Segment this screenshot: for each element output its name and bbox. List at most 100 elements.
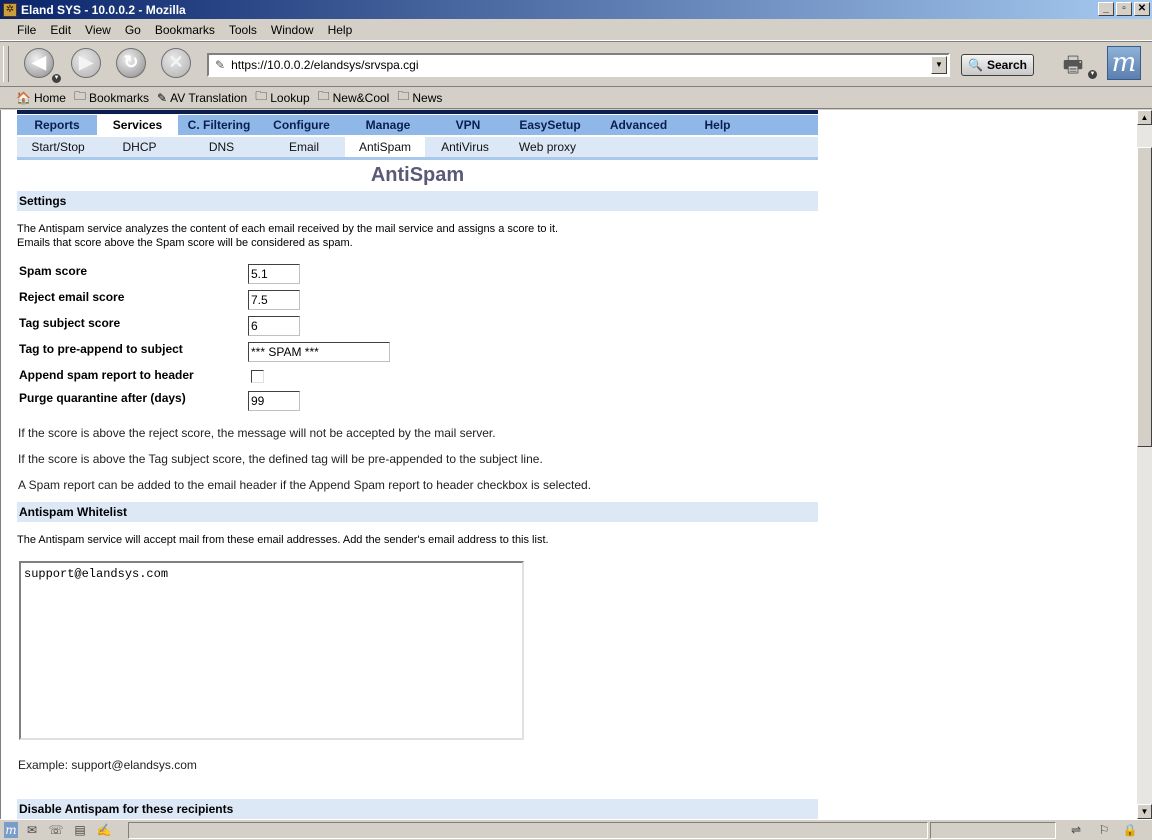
tab-help[interactable]: Help [680,115,755,135]
scroll-thumb[interactable] [1137,147,1152,447]
tab-advanced[interactable]: Advanced [597,115,680,135]
bookmark-label: New&Cool [332,90,390,105]
tab-configure[interactable]: Configure [260,115,343,135]
print-dropdown-icon[interactable]: ▼ [1088,70,1097,79]
reject-score-input[interactable] [248,290,300,310]
mozilla-status-icon[interactable]: m [4,822,18,838]
window-title: Eland SYS - 10.0.0.2 - Mozilla [21,2,186,17]
page-content: Reports Services C. Filtering Configure … [0,110,1137,819]
chat-icon[interactable]: ☏ [46,822,66,838]
bookmarks-toolbar: 🏠 Home 🗀 Bookmarks ✎ AV Translation 🗀 Lookup… [0,87,1152,109]
scroll-up-icon[interactable]: ▲ [1137,110,1152,125]
composer-icon[interactable]: ▤ [70,822,90,838]
tag-text-input[interactable] [248,342,390,362]
scroll-down-icon[interactable]: ▼ [1137,804,1152,819]
bookmark-lookup[interactable]: 🗀 Lookup [255,87,309,108]
security-lock-icon[interactable]: 🔒 [1120,822,1140,838]
navigation-toolbar: ◀ ▼ ▶ ↻ ✕ ✎ https://10.0.0.2/elandsys/sr… [0,41,1152,87]
tab-reports[interactable]: Reports [17,115,97,135]
purge-days-label: Purge quarantine after (days) [19,391,186,405]
tab-manage[interactable]: Manage [343,115,433,135]
mozilla-throbber-icon[interactable]: m [1107,46,1141,80]
reload-button[interactable]: ↻ [116,48,146,78]
folder-icon: 🗀 [397,89,410,103]
tag-note: If the score is above the Tag subject sc… [18,452,543,466]
url-text[interactable]: https://10.0.0.2/elandsys/srvspa.cgi [231,58,418,72]
bookmark-bookmarks[interactable]: 🗀 Bookmarks [74,87,149,108]
spam-score-input[interactable] [248,264,300,284]
tag-score-input[interactable] [248,316,300,336]
bookmark-av-translation[interactable]: ✎ AV Translation [157,91,247,105]
menu-go[interactable]: Go [125,23,141,37]
reject-score-label: Reject email score [19,290,125,304]
connection-icon: ⇌ [1070,823,1082,837]
header-strip [17,110,818,114]
subtab-web-proxy[interactable]: Web proxy [505,137,590,157]
subtab-dhcp[interactable]: DHCP [99,137,180,157]
search-icon: 🔍 [968,58,983,72]
spam-score-label: Spam score [19,264,88,278]
search-button[interactable]: 🔍 Search [961,54,1034,76]
bookmark-news[interactable]: 🗀 News [397,87,442,108]
maximize-button[interactable]: ▫ [1116,2,1132,16]
stop-button[interactable]: ✕ [161,48,191,78]
privacy-icon[interactable]: ⚐ [1094,822,1114,838]
subtab-start-stop[interactable]: Start/Stop [17,137,99,157]
menu-tools[interactable]: Tools [229,23,257,37]
menu-bookmarks[interactable]: Bookmarks [155,23,215,37]
settings-description-2: Emails that score above the Spam score w… [17,237,353,249]
menu-help[interactable]: Help [328,23,353,37]
url-dropdown-icon[interactable]: ▼ [931,56,947,74]
subtab-dns[interactable]: DNS [180,137,263,157]
mail-icon[interactable]: ✉ [22,822,42,838]
tab-c-filtering[interactable]: C. Filtering [178,115,260,135]
bookmark-new-cool[interactable]: 🗀 New&Cool [318,87,390,108]
tab-services[interactable]: Services [97,115,178,135]
stop-icon: ✕ [168,52,184,72]
tag-score-label: Tag subject score [19,316,121,330]
sub-nav: Start/Stop DHCP DNS Email AntiSpam AntiV… [17,137,818,157]
progress-area [930,822,1056,839]
back-button[interactable]: ◀ [24,48,54,78]
tab-easysetup[interactable]: EasySetup [503,115,597,135]
close-button[interactable]: ✕ [1134,2,1150,16]
minimize-button[interactable]: _ [1098,2,1114,16]
purge-days-input[interactable] [248,391,300,411]
url-bar[interactable]: ✎ https://10.0.0.2/elandsys/srvspa.cgi ▼ [207,53,950,77]
bookmark-label: News [412,90,443,105]
bookmark-home[interactable]: 🏠 Home [16,91,66,105]
reload-icon: ↻ [123,52,139,72]
page-title: AntiSpam [370,164,465,186]
bookmark-label: Home [33,90,66,105]
print-icon[interactable]: 🖶 [1058,48,1088,77]
toolbar-grip[interactable] [3,46,9,82]
forward-button[interactable]: ▶ [71,48,101,78]
append-report-label: Append spam report to header [19,368,194,382]
home-icon: 🏠 [16,90,31,105]
folder-icon: 🗀 [73,89,86,103]
main-nav: Reports Services C. Filtering Configure … [17,115,818,135]
menu-edit[interactable]: Edit [50,23,71,37]
back-arrow-icon: ◀ [32,52,46,72]
whitelist-textarea[interactable]: support@elandsys.com [19,561,524,740]
vertical-scrollbar[interactable]: ▲ ▼ [1137,110,1152,819]
subtab-email[interactable]: Email [263,137,345,157]
append-report-checkbox[interactable] [251,370,264,383]
menu-view[interactable]: View [85,23,111,37]
bookmark-label: AV Translation [170,90,248,105]
disable-antispam-heading: Disable Antispam for these recipients [17,799,818,819]
bookmark-label: Lookup [270,90,310,105]
menu-window[interactable]: Window [271,23,314,37]
address-book-icon[interactable]: ✍ [94,822,114,838]
link-icon: ✎ [157,90,168,105]
menu-file[interactable]: File [17,23,36,37]
report-note: A Spam report can be added to the email … [18,478,592,492]
search-button-label: Search [986,58,1027,72]
menu-bar: File Edit View Go Bookmarks Tools Window… [0,19,1152,41]
tab-vpn[interactable]: VPN [433,115,503,135]
subtab-antivirus[interactable]: AntiVirus [425,137,505,157]
back-dropdown-icon[interactable]: ▼ [52,74,61,83]
subtab-antispam[interactable]: AntiSpam [345,137,425,157]
window-titlebar: ✲ Eland SYS - 10.0.0.2 - Mozilla _ ▫ ✕ [0,0,1152,19]
mozilla-app-icon[interactable]: ✲ [3,2,17,17]
